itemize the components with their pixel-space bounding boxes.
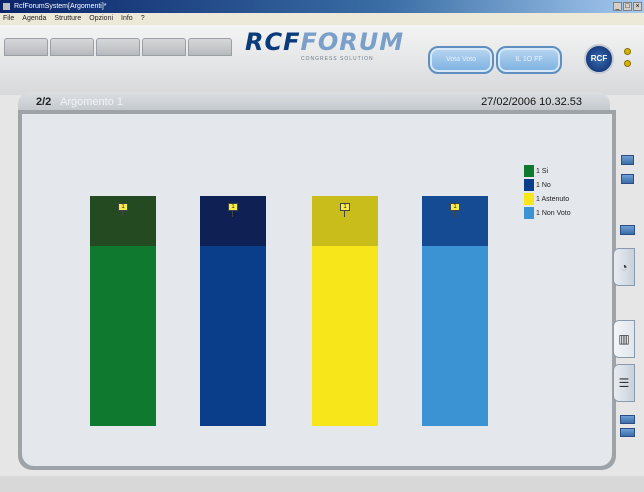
title-bar: RcfForumSystem[Argomenti]* _ □ × [0,0,644,13]
tab-5[interactable] [188,38,232,56]
chart-frame: 1 Si 1 No 1 Astenuto 1 Non Voto 1 1 1 1 [18,110,616,470]
menu-agenda[interactable]: Agenda [22,13,46,25]
panel-header: 2/2 Argomento 1 27/02/2006 10.32.53 [18,92,610,112]
legend-label-1: 1 No [536,181,551,189]
app-icon [3,2,10,10]
bar-label-stem-1 [232,211,233,217]
bar-top-3: 1 [422,196,488,246]
pie-chart-tab[interactable]: ◔ [613,248,635,286]
legend-label-3: 1 Non Voto [536,209,571,217]
rcf-forum-logo: RCFFORUM CONGRESS SOLUTION [245,28,425,68]
menu-file[interactable]: File [3,13,14,25]
legend-item-1: 1 No [524,178,571,192]
bar-value-label-2: 1 [340,203,350,211]
bottom-strip [0,476,644,492]
bar-body-1 [200,246,266,426]
tab-2[interactable] [50,38,94,56]
side-small-button-2[interactable] [620,428,635,437]
tab-3[interactable] [96,38,140,56]
bar-2: 1 [312,196,378,426]
legend-label-2: 1 Astenuto [536,195,570,203]
bar-top-1: 1 [200,196,266,246]
logo-subtitle: CONGRESS SOLUTION [301,56,374,62]
legend-swatch-0 [524,165,534,177]
rcf-button[interactable]: RCF [584,44,614,74]
legend-item-2: 1 Astenuto [524,192,571,206]
status-led-2 [624,60,631,67]
legend-label-0: 1 Si [536,167,549,175]
status-led-1 [624,48,631,55]
subject-title: Argomento 1 [60,96,123,108]
bar-label-stem-0 [122,211,123,217]
close-button[interactable]: × [633,2,642,11]
bar-body-2 [312,246,378,426]
legend-swatch-1 [524,179,534,191]
menu-opzioni[interactable]: Opzioni [89,13,113,25]
bar-body-3 [422,246,488,426]
maximize-button[interactable]: □ [623,2,632,11]
side-down-button[interactable] [621,174,634,184]
minimize-button[interactable]: _ [613,2,622,11]
tab-1[interactable] [4,38,48,56]
legend-item-3: 1 Non Voto [524,206,571,220]
datetime-display: 27/02/2006 10.32.53 [481,96,582,108]
tab-strip [4,38,232,56]
bar-value-label-3: 1 [450,203,460,211]
list-tab[interactable]: ☰ [613,364,635,402]
voting-status-button[interactable]: IL 1O FF [496,46,562,74]
bar-value-label-0: 1 [118,203,128,211]
tab-4[interactable] [142,38,186,56]
legend-item-0: 1 Si [524,164,571,178]
bar-top-0: 1 [90,196,156,246]
bar-chart-tab[interactable]: ▥ [613,320,635,358]
vote-results-chart: 1 Si 1 No 1 Astenuto 1 Non Voto 1 1 1 1 [22,114,612,466]
logo-text-forum: FORUM [300,28,405,56]
window-title: RcfForumSystem[Argomenti]* [13,3,107,10]
menu-help[interactable]: ? [141,13,145,25]
item-counter: 2/2 [36,96,52,108]
bar-3: 1 [422,196,488,426]
bar-body-0 [90,246,156,426]
bar-value-label-1: 1 [228,203,238,211]
vote-button[interactable]: Vota Voto [428,46,494,74]
menu-strutture[interactable]: Strutture [54,13,81,25]
side-small-button-1[interactable] [620,415,635,424]
legend-swatch-3 [524,207,534,219]
logo-text-rcf: RCF [245,28,301,56]
menu-bar: File Agenda Strutture Opzioni Info ? [0,13,644,25]
bar-label-stem-3 [454,211,455,217]
side-up-button[interactable] [621,155,634,165]
bar-1: 1 [200,196,266,426]
keyboard-icon[interactable] [620,225,635,235]
bar-0: 1 [90,196,156,426]
bar-top-2: 1 [312,196,378,246]
chart-legend: 1 Si 1 No 1 Astenuto 1 Non Voto [524,164,571,220]
menu-info[interactable]: Info [121,13,133,25]
legend-swatch-2 [524,193,534,205]
bar-label-stem-2 [344,211,345,217]
